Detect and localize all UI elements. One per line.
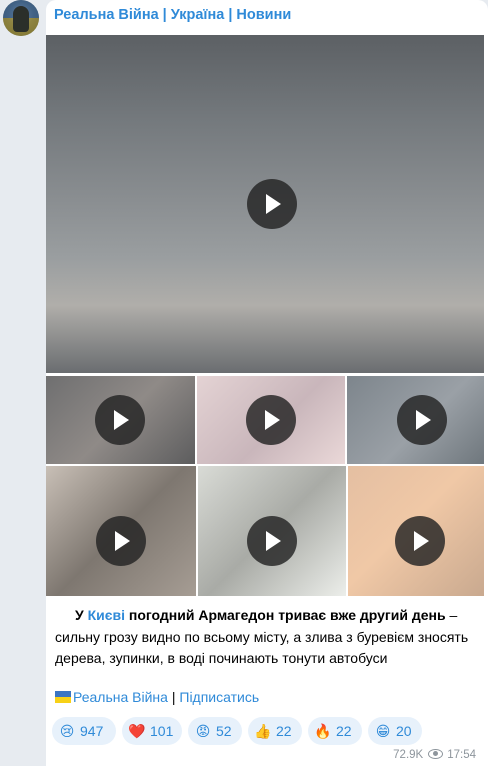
- message-footer: Реальна Війна | Підписатись: [55, 689, 259, 705]
- avatar-figure: [13, 6, 29, 32]
- video-thumb-1[interactable]: [46, 376, 195, 464]
- reaction-angry[interactable]: 😡 52: [188, 717, 242, 745]
- eye-icon: [428, 749, 444, 759]
- video-thumb-6[interactable]: [348, 466, 484, 596]
- reaction-count: 52: [216, 723, 232, 739]
- video-thumb-3[interactable]: [347, 376, 484, 464]
- play-icon[interactable]: [247, 179, 297, 229]
- play-icon[interactable]: [395, 516, 445, 566]
- play-icon[interactable]: [247, 516, 297, 566]
- message-text: У Києві погодний Армагедон триває вже др…: [55, 605, 475, 670]
- message-bubble: Реальна Війна | Україна | Новини У Києві…: [46, 0, 488, 766]
- heart-emoji-icon: ❤️: [128, 723, 146, 739]
- fire-emoji-icon: 🔥: [314, 723, 332, 739]
- reaction-heart[interactable]: ❤️ 101: [122, 717, 182, 745]
- grin-emoji-icon: 😁: [375, 723, 391, 739]
- reaction-count: 947: [80, 723, 104, 739]
- thumbs-up-emoji-icon: 👍: [254, 723, 272, 739]
- reaction-cry[interactable]: 😢 947: [52, 717, 116, 745]
- play-icon[interactable]: [95, 395, 145, 445]
- caption-bold: погодний Армагедон триває вже другий ден…: [125, 607, 446, 623]
- reaction-grin[interactable]: 😁 20: [368, 717, 422, 745]
- reaction-fire[interactable]: 🔥 22: [308, 717, 362, 745]
- play-icon[interactable]: [246, 395, 296, 445]
- message-meta: 72.9K 17:54: [393, 749, 476, 761]
- video-thumb-5[interactable]: [198, 466, 346, 596]
- reaction-count: 22: [276, 723, 292, 739]
- message-time: 17:54: [447, 749, 476, 761]
- angry-emoji-icon: 😡: [195, 723, 211, 739]
- channel-avatar[interactable]: [3, 0, 39, 36]
- caption-pre: У: [75, 607, 88, 623]
- reaction-thumbsup[interactable]: 👍 22: [248, 717, 302, 745]
- ukraine-flag-icon: [55, 691, 71, 703]
- channel-name[interactable]: Реальна Війна | Україна | Новини: [54, 7, 291, 23]
- video-thumb-4[interactable]: [46, 466, 196, 596]
- caption-link-kyiv[interactable]: Києві: [88, 607, 125, 623]
- play-icon[interactable]: [397, 395, 447, 445]
- video-thumb-2[interactable]: [197, 376, 345, 464]
- view-count: 72.9K: [393, 749, 424, 761]
- cry-emoji-icon: 😢: [59, 723, 75, 739]
- subscribe-link[interactable]: Підписатись: [179, 689, 259, 705]
- channel-link[interactable]: Реальна Війна: [73, 689, 168, 705]
- footer-separator: |: [167, 689, 180, 705]
- video-main[interactable]: [46, 35, 484, 373]
- play-icon[interactable]: [96, 516, 146, 566]
- reaction-count: 20: [396, 723, 412, 739]
- reaction-count: 22: [336, 723, 352, 739]
- reaction-count: 101: [150, 723, 174, 739]
